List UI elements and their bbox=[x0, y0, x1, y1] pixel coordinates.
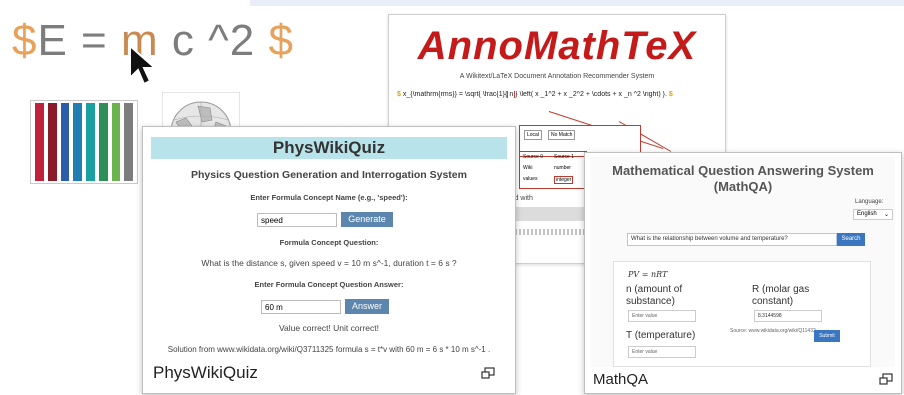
language-label: Language: bbox=[855, 199, 884, 205]
formula-text: PV = nRT bbox=[628, 270, 668, 279]
concept-name-label: Enter Formula Concept Name (e.g., 'speed… bbox=[250, 193, 408, 202]
source-link[interactable]: Source: www.wikidata.org/wiki/Q11432 bbox=[730, 328, 820, 335]
concept-question-label: Formula Concept Question: bbox=[279, 238, 379, 247]
source-table: Source 0 Source 1 Wiki number values int… bbox=[519, 151, 587, 189]
table-header: Source 1 bbox=[554, 154, 575, 160]
barcode-stripe bbox=[98, 103, 108, 181]
logo-dollar-right: $ bbox=[268, 16, 294, 65]
table-header: Source 0 bbox=[523, 154, 544, 160]
language-select[interactable]: English ⌄ bbox=[853, 209, 893, 220]
physwikiquiz-header: PhysWikiQuiz bbox=[151, 137, 507, 159]
barcode-stripe bbox=[73, 103, 82, 181]
annomathtex-subtitle: A Wikitext/LaTeX Document Annotation Rec… bbox=[459, 73, 655, 80]
annomathtex-title: AnnoMathTeX bbox=[417, 24, 697, 68]
mathqa-title-line2: (MathQA) bbox=[713, 179, 773, 194]
table-cell-selected[interactable]: integer bbox=[554, 176, 574, 184]
search-button[interactable]: Search bbox=[837, 233, 865, 246]
table-cell[interactable]: number bbox=[554, 165, 571, 171]
variable-r-line2: constant) bbox=[752, 296, 794, 307]
answer-button[interactable]: Answer bbox=[345, 299, 389, 314]
variable-n-line1: n (amount of bbox=[626, 284, 683, 295]
variable-r-line1: R (molar gas bbox=[752, 284, 810, 295]
variable-r-input[interactable]: 8.3144598 bbox=[754, 310, 822, 322]
barcode-stripe bbox=[86, 103, 95, 181]
formula-dollar-end: $ bbox=[668, 91, 673, 98]
physwikiquiz-subtitle: Physics Question Generation and Interrog… bbox=[191, 169, 467, 181]
expand-icon[interactable] bbox=[481, 367, 495, 379]
formula-panel: PV = nRT n (amount of substance) R (mola… bbox=[613, 261, 871, 367]
variable-r-label: R (molar gas constant) bbox=[752, 284, 809, 308]
logo-e-equals: E = bbox=[37, 16, 121, 65]
submit-button[interactable]: Submit bbox=[814, 330, 840, 342]
physwikiquiz-screenshot: PhysWikiQuiz Physics Question Generation… bbox=[151, 137, 507, 359]
language-value: English bbox=[857, 211, 877, 217]
question-input[interactable]: What is the relationship between volume … bbox=[627, 233, 837, 246]
formula-dollar: $ bbox=[397, 91, 401, 98]
barcode-stripe bbox=[47, 103, 57, 181]
variable-t-label: T (temperature) bbox=[626, 330, 696, 341]
top-strip bbox=[250, 0, 904, 6]
chevron-down-icon: ⌄ bbox=[883, 212, 889, 218]
variable-n-line2: substance) bbox=[626, 296, 675, 307]
formula-end: } \left( x _1^2 + x _2^2 + \cdots + x _n… bbox=[515, 91, 667, 98]
expand-icon[interactable] bbox=[879, 373, 893, 385]
no-match-button[interactable]: No Match bbox=[548, 130, 576, 140]
logo-dollar-left: $ bbox=[12, 16, 38, 65]
barcode-stripe bbox=[124, 103, 133, 181]
mathqa-title: Mathematical Question Answering System (… bbox=[591, 163, 895, 195]
table-cell[interactable]: Wiki bbox=[523, 165, 532, 171]
variable-n-label: n (amount of substance) bbox=[626, 284, 682, 308]
barcode-stripe bbox=[60, 103, 70, 181]
concept-question-text: What is the distance s, given speed v = … bbox=[201, 258, 457, 268]
variable-n-input[interactable]: Enter value bbox=[628, 310, 696, 322]
answer-label: Enter Formula Concept Question Answer: bbox=[254, 280, 404, 289]
concept-name-input[interactable]: speed bbox=[257, 213, 337, 227]
formula-body: x_{\mathrm{rms}} = \sqrt{ \frac{1}{ bbox=[402, 91, 508, 98]
mouse-cursor-icon bbox=[129, 44, 158, 86]
physwikiquiz-card[interactable]: PhysWikiQuiz Physics Question Generation… bbox=[142, 126, 516, 394]
generate-button[interactable]: Generate bbox=[341, 212, 393, 227]
physwikiquiz-caption[interactable]: PhysWikiQuiz bbox=[153, 363, 258, 383]
barcode-stripe bbox=[111, 103, 121, 181]
mathqa-caption[interactable]: MathQA bbox=[593, 371, 648, 388]
mathqa-screenshot: Mathematical Question Answering System (… bbox=[591, 157, 895, 367]
answer-input[interactable]: 60 m bbox=[261, 300, 341, 314]
logo-c-squared: c ^2 bbox=[158, 16, 269, 65]
answer-feedback: Value correct! Unit correct! bbox=[279, 323, 379, 333]
local-checkbox[interactable]: Local bbox=[524, 130, 542, 140]
annomathtex-formula: $ x_{\mathrm{rms}} = \sqrt{ \frac{1}{n} … bbox=[397, 91, 717, 98]
barcode-stripe bbox=[35, 103, 44, 181]
mathqa-card[interactable]: Mathematical Question Answering System (… bbox=[584, 152, 902, 394]
solution-text: Solution from www.wikidata.org/wiki/Q371… bbox=[167, 345, 491, 354]
wikidata-barcode-logo bbox=[30, 100, 138, 184]
table-cell[interactable]: values bbox=[523, 176, 537, 182]
mathqa-title-line1: Mathematical Question Answering System bbox=[612, 163, 874, 178]
variable-t-input[interactable]: Enter value bbox=[628, 346, 696, 358]
